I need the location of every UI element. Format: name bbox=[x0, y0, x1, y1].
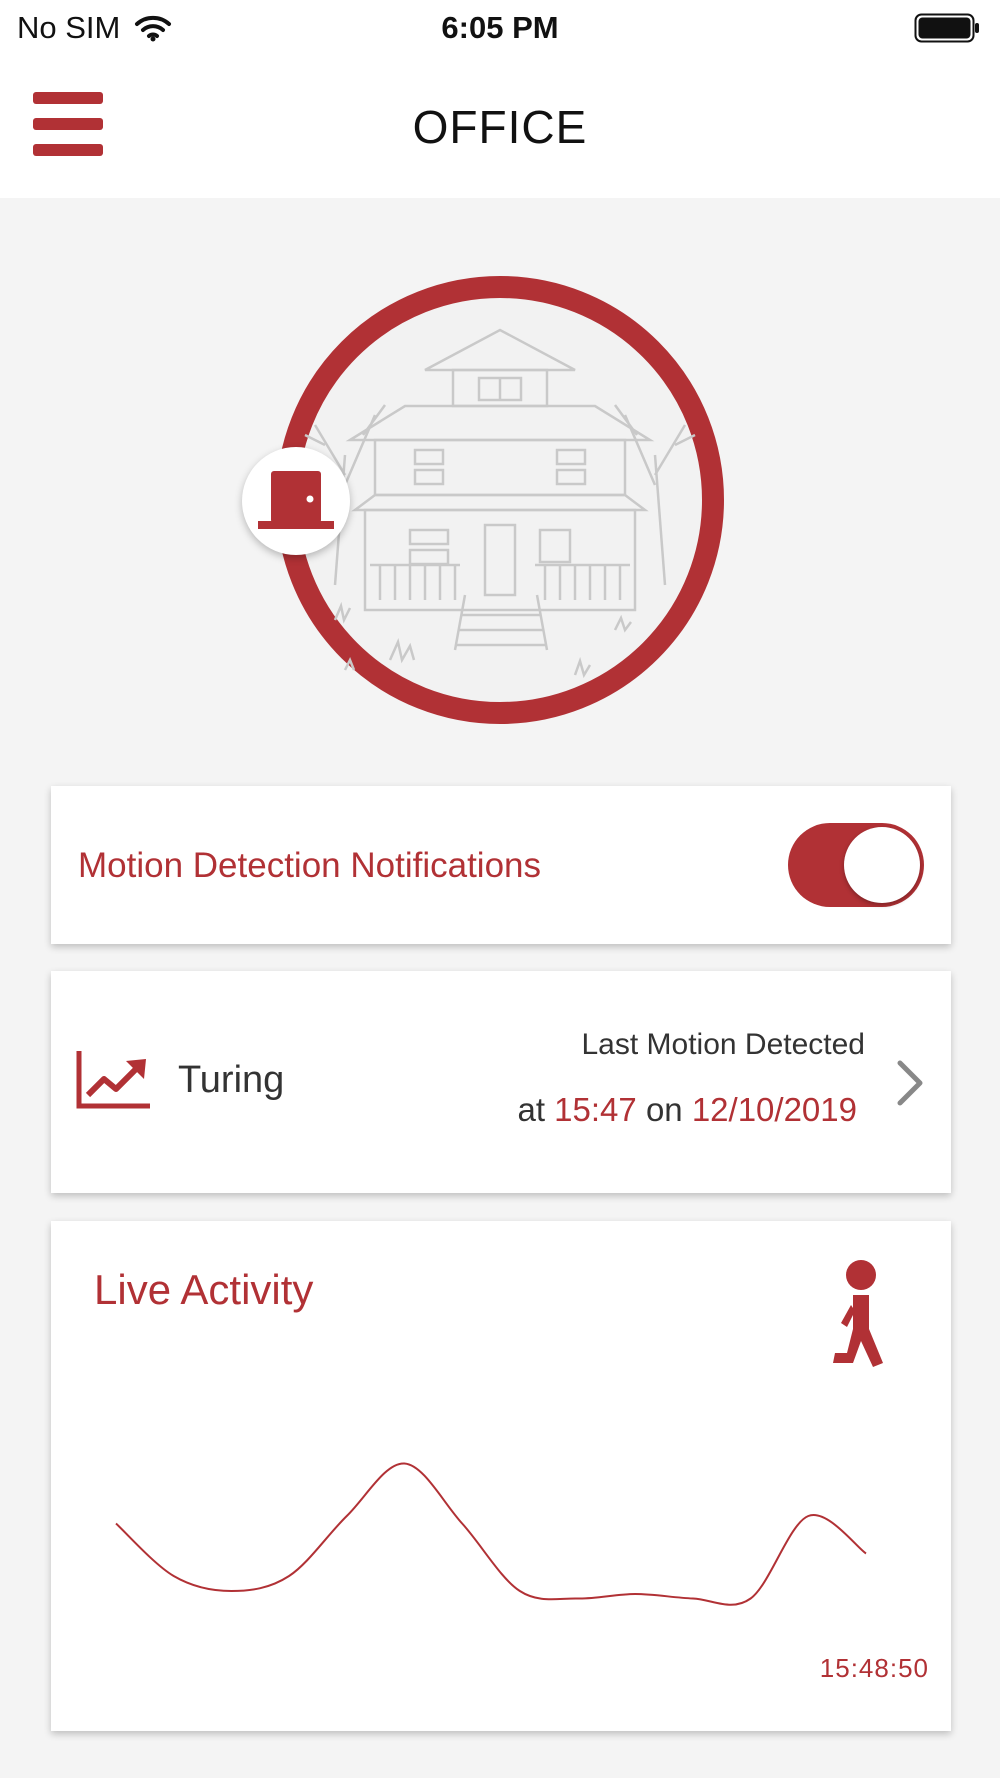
activity-line bbox=[115, 1462, 867, 1606]
last-motion-date: 12/10/2019 bbox=[691, 1091, 857, 1128]
motion-notifications-toggle[interactable] bbox=[788, 823, 924, 907]
live-activity-card: Live Activity 15:48:50 bbox=[51, 1221, 951, 1731]
at-word: at bbox=[517, 1091, 545, 1128]
sensor-name: Turing bbox=[178, 1059, 285, 1101]
toggle-knob bbox=[844, 827, 920, 903]
page-title: OFFICE bbox=[412, 101, 588, 153]
chart-timestamp: 15:48:50 bbox=[819, 1653, 929, 1683]
last-motion-time: 15:47 bbox=[554, 1091, 637, 1128]
nav-bar: OFFICE bbox=[0, 56, 1000, 198]
status-time: 6:05 PM bbox=[441, 10, 559, 45]
status-bar: No SIM 6:05 PM bbox=[0, 0, 1000, 56]
on-word: on bbox=[645, 1091, 683, 1128]
trend-chart-icon bbox=[76, 1051, 150, 1109]
motion-notifications-label: Motion Detection Notifications bbox=[78, 846, 541, 885]
chevron-right-icon[interactable] bbox=[895, 1059, 925, 1107]
door-badge bbox=[242, 447, 350, 555]
last-motion-title: Last Motion Detected bbox=[581, 1028, 866, 1061]
door-icon bbox=[258, 471, 334, 529]
live-activity-chart bbox=[115, 1462, 867, 1606]
motion-notifications-card: Motion Detection Notifications bbox=[51, 786, 951, 944]
last-motion-line: at 15:47 on 12/10/2019 bbox=[517, 1091, 857, 1129]
sensor-card[interactable]: Turing Last Motion Detected at 15:47 on … bbox=[51, 971, 951, 1193]
battery-full-icon bbox=[914, 13, 979, 43]
